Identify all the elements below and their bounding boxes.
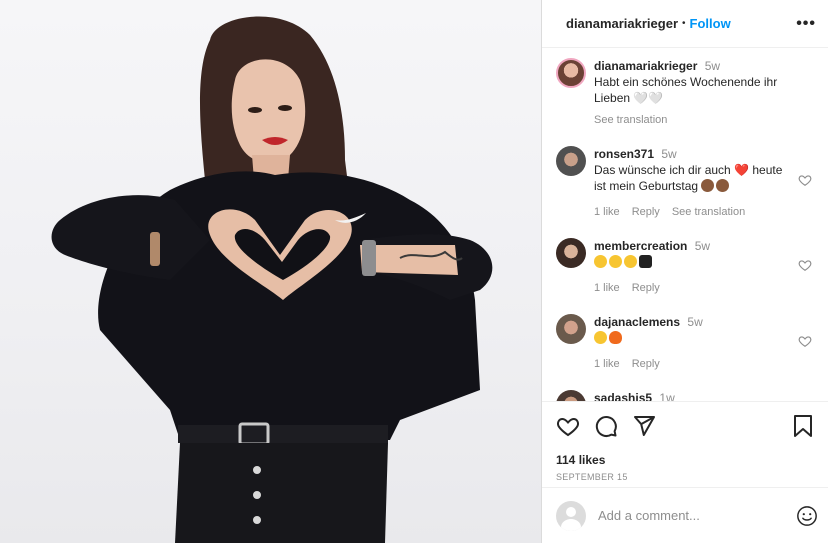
see-no-evil-monkey-icon [701, 179, 715, 192]
post-date[interactable]: SEPTEMBER 15 [556, 472, 814, 482]
avatar[interactable] [556, 58, 586, 88]
fire-emoji-icon [609, 331, 622, 344]
comment-time[interactable]: 5w [661, 147, 676, 161]
share-paper-plane-icon[interactable] [632, 414, 656, 438]
comment-like-count[interactable]: 1 like [594, 356, 620, 372]
reply-link[interactable]: Reply [632, 204, 660, 220]
heart-eyes-emoji-icon [594, 331, 607, 344]
see-translation-link[interactable]: See translation [594, 112, 667, 128]
comment-item: dianamariakrieger 5w Habt ein schönes Wo… [556, 58, 814, 128]
post-actions: 114 likes SEPTEMBER 15 [542, 401, 828, 482]
heart-eyes-emoji-icon [624, 255, 637, 268]
see-translation-link[interactable]: See translation [672, 204, 745, 220]
reply-link[interactable]: Reply [632, 280, 660, 296]
instagram-post: dianamariakrieger • Follow ••• dianamari… [0, 0, 828, 543]
comment-time[interactable]: 5w [705, 59, 720, 73]
black-heart-icon [639, 255, 652, 268]
comment-username[interactable]: membercreation [594, 239, 687, 253]
avatar[interactable] [556, 238, 586, 268]
comment-time[interactable]: 1w [659, 391, 674, 401]
reply-link[interactable]: Reply [632, 356, 660, 372]
header-username[interactable]: dianamariakrieger [566, 16, 678, 31]
like-comment-heart-icon[interactable] [798, 334, 812, 348]
comment-bubble-icon[interactable] [594, 414, 618, 438]
comment-item: dajanaclemens 5w 1 like Reply [556, 314, 814, 372]
comment-text: Das wünsche ich dir auch ❤️ heute [594, 162, 814, 178]
woman-heart-hands-photo [51, 16, 493, 543]
red-heart-emoji: ❤️ [734, 163, 750, 177]
comment-item: membercreation 5w 1 like Reply [556, 238, 814, 296]
save-bookmark-icon[interactable] [792, 414, 814, 438]
emoji-picker-icon[interactable] [796, 505, 818, 527]
comment-text: Habt ein schönes Wochenende ihr [594, 75, 778, 89]
comment-item: ronsen371 5w Das wünsche ich dir auch ❤️… [556, 146, 814, 220]
comment-text-line2: ist mein Geburtstag [594, 178, 814, 194]
comment-text-part: Das wünsche ich dir auch [594, 163, 731, 177]
heart-eyes-emoji-icon [594, 255, 607, 268]
comment-username[interactable]: dajanaclemens [594, 315, 680, 329]
comment-like-count[interactable]: 1 like [594, 280, 620, 296]
current-user-avatar [556, 500, 586, 531]
post-side-panel: dianamariakrieger • Follow ••• dianamari… [541, 0, 828, 543]
avatar[interactable] [556, 146, 586, 176]
header-separator: • [682, 18, 686, 29]
comment-text-line2: Lieben 🤍🤍 [594, 91, 664, 105]
comment-text-part: ist mein Geburtstag [594, 179, 699, 193]
comment-like-count[interactable]: 1 like [594, 204, 620, 220]
add-comment-bar: Add a comment... [542, 487, 828, 543]
heart-eyes-emoji-icon [609, 255, 622, 268]
more-options-icon[interactable]: ••• [796, 15, 816, 33]
see-no-evil-monkey-icon [716, 179, 730, 192]
comment-username[interactable]: sadashis5 [594, 391, 652, 401]
comment-time[interactable]: 5w [687, 315, 702, 329]
comment-username[interactable]: dianamariakrieger [594, 59, 697, 73]
avatar[interactable] [556, 314, 586, 344]
like-comment-heart-icon[interactable] [798, 258, 812, 272]
like-comment-heart-icon[interactable] [798, 173, 812, 187]
comment-item: sadashis5 1w [556, 390, 814, 401]
comment-username[interactable]: ronsen371 [594, 147, 654, 161]
post-photo[interactable] [0, 0, 541, 543]
follow-button[interactable]: Follow [690, 16, 731, 31]
comment-text-part: heute [752, 163, 783, 177]
comment-time[interactable]: 5w [695, 239, 710, 253]
post-header: dianamariakrieger • Follow ••• [542, 0, 828, 48]
like-heart-icon[interactable] [556, 414, 580, 438]
likes-count[interactable]: 114 likes [556, 453, 814, 467]
comment-text [594, 254, 814, 270]
comment-text [594, 330, 814, 346]
add-comment-input[interactable]: Add a comment... [598, 508, 796, 523]
comments-list[interactable]: dianamariakrieger 5w Habt ein schönes Wo… [542, 49, 828, 401]
avatar[interactable] [556, 390, 586, 401]
